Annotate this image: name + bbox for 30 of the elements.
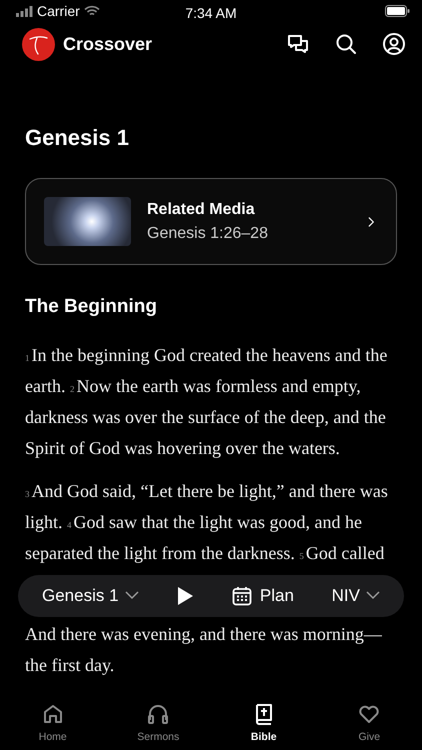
logo-icon[interactable] xyxy=(22,28,55,60)
chevron-down-icon xyxy=(366,591,380,600)
carrier-name: Carrier xyxy=(37,2,80,20)
section-heading: The Beginning xyxy=(25,295,158,319)
related-media-card[interactable]: Related Media Genesis 1:26–28 xyxy=(25,178,397,265)
verse-paragraph: And there was evening, and there was morning—the first day. xyxy=(25,622,383,677)
chapter-dropdown[interactable]: Genesis 1 xyxy=(42,582,139,608)
signal-icon xyxy=(16,6,33,16)
tab-item[interactable]: Bible xyxy=(224,702,304,746)
verse-paragraph: 3 And God said, “Let there be light,” and there was light. 4 God saw that the light was good, and he separated the light from the darkness. 5 God called xyxy=(25,480,389,565)
verse-paragraph: 1 In the beginning God created the heavens and the earth. 2 Now the earth was formless and empty, darkness was over the surface of the deep, and the Spirit of God was hovering over the waters. xyxy=(25,344,388,460)
calendar-icon xyxy=(232,586,252,606)
headphones-icon xyxy=(146,702,170,726)
chevron-down-icon xyxy=(124,591,139,600)
battery-icon xyxy=(385,5,410,17)
tab-item[interactable]: Home xyxy=(12,702,93,746)
version-dropdown[interactable]: NIV xyxy=(332,582,380,608)
tab-item[interactable]: Give xyxy=(329,702,410,746)
wifi-icon xyxy=(84,5,100,17)
related-media-reference: Genesis 1:26–28 xyxy=(147,224,268,244)
tab-item[interactable]: Sermons xyxy=(118,702,198,746)
profile-icon[interactable] xyxy=(382,32,406,56)
clock-time: 7:34 AM xyxy=(185,4,237,23)
related-media-title: Related Media xyxy=(147,200,256,220)
play-icon[interactable] xyxy=(176,586,194,606)
plan-button[interactable]: Plan xyxy=(232,582,294,608)
chapter-title: Genesis 1 xyxy=(25,124,130,152)
chat-icon[interactable] xyxy=(286,32,310,56)
app-name: Crossover xyxy=(63,32,152,56)
search-icon[interactable] xyxy=(334,32,358,56)
